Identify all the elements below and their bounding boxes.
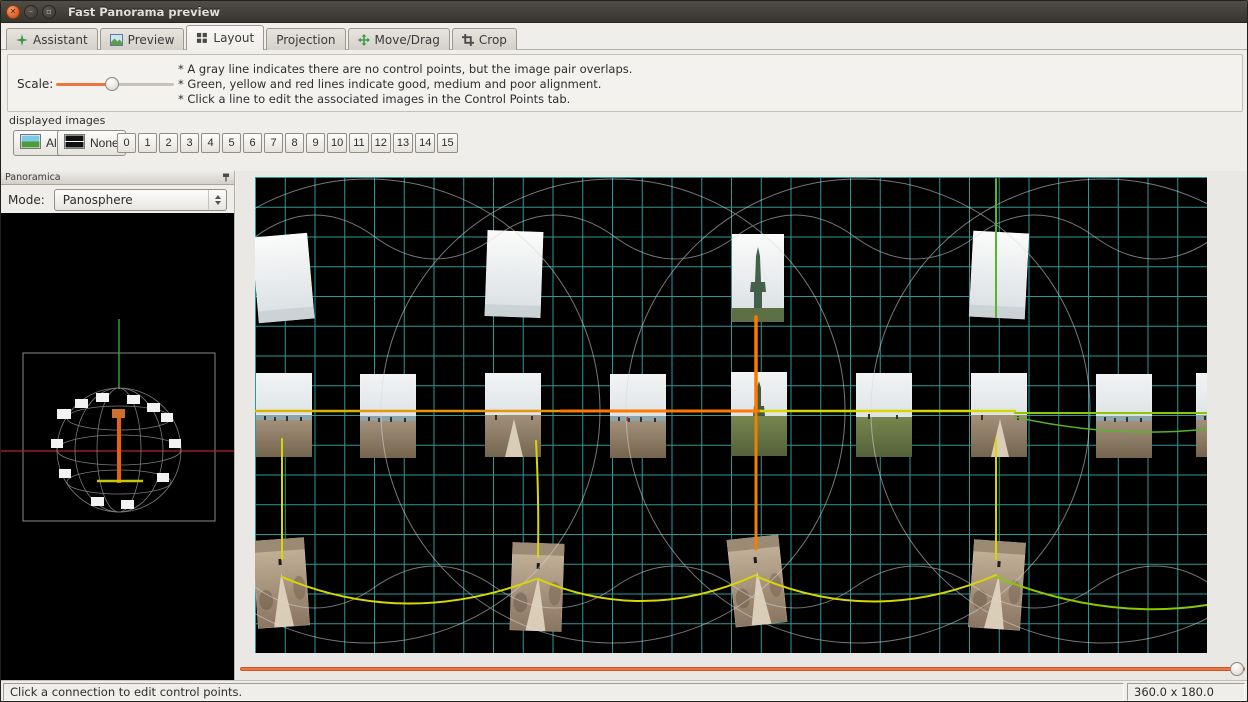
image-toggle-6[interactable]: 6 xyxy=(243,133,262,153)
window-minimize-button[interactable]: – xyxy=(24,5,38,19)
layout-icon xyxy=(196,32,208,44)
combobox-spinner-icon[interactable] xyxy=(208,190,226,210)
preview-icon xyxy=(110,34,123,46)
panoramica-dock-header[interactable]: Panoramica xyxy=(1,171,234,185)
titlebar[interactable]: ✕ – ▫ Fast Panorama preview xyxy=(1,1,1247,23)
panosphere-3d-preview[interactable] xyxy=(1,213,234,680)
scale-slider-empty-track[interactable] xyxy=(112,83,174,86)
window-title: Fast Panorama preview xyxy=(68,5,220,19)
status-bar: Click a connection to edit control point… xyxy=(1,680,1247,702)
displayed-images-legend: displayed images xyxy=(9,114,105,127)
image-number-toggle-row: 0123456789101112131415 xyxy=(117,133,458,153)
canvas-slider-track[interactable] xyxy=(240,667,1245,671)
scale-help-box: Scale: * A gray line indicates there are… xyxy=(7,54,1243,112)
tab-movedrag[interactable]: Move/Drag xyxy=(348,28,450,50)
layout-canvas[interactable] xyxy=(255,177,1207,653)
panoramica-dock-panel: Panoramica Mode: Panosphere xyxy=(1,171,235,680)
image-toggle-4[interactable]: 4 xyxy=(201,133,220,153)
image-toggle-13[interactable]: 13 xyxy=(393,133,413,153)
image-toggle-1[interactable]: 1 xyxy=(138,133,157,153)
help-line-3: * Click a line to edit the associated im… xyxy=(178,92,632,107)
image-toggle-0[interactable]: 0 xyxy=(117,133,136,153)
tab-projection-label: Projection xyxy=(276,33,335,47)
panoramica-title: Panoramica xyxy=(5,172,61,183)
image-toggle-8[interactable]: 8 xyxy=(285,133,304,153)
mode-row: Mode: Panosphere xyxy=(1,186,234,213)
panosphere-wireframe xyxy=(1,213,234,680)
tab-preview[interactable]: Preview xyxy=(100,28,185,50)
tab-movedrag-label: Move/Drag xyxy=(375,33,440,47)
image-toggle-15[interactable]: 15 xyxy=(437,133,457,153)
no-images-icon xyxy=(64,134,85,152)
tab-assistant[interactable]: Assistant xyxy=(6,28,98,50)
image-toggle-14[interactable]: 14 xyxy=(415,133,435,153)
image-toggle-2[interactable]: 2 xyxy=(159,133,178,153)
mode-selected-value: Panosphere xyxy=(63,193,133,207)
show-none-label: None xyxy=(90,136,119,150)
image-toggle-10[interactable]: 10 xyxy=(327,133,347,153)
image-toggle-3[interactable]: 3 xyxy=(180,133,199,153)
tab-crop[interactable]: Crop xyxy=(452,28,517,50)
window-maximize-button[interactable]: ▫ xyxy=(42,5,56,19)
tab-layout[interactable]: Layout xyxy=(186,25,264,50)
tab-layout-label: Layout xyxy=(213,31,254,45)
all-images-icon xyxy=(20,134,41,152)
canvas-slider-handle[interactable] xyxy=(1230,662,1244,676)
status-message: Click a connection to edit control point… xyxy=(3,683,1124,701)
tab-preview-label: Preview xyxy=(128,33,175,47)
help-text: * A gray line indicates there are no con… xyxy=(178,62,632,107)
canvas-horizontal-slider[interactable] xyxy=(240,662,1245,676)
scale-slider-filled-track[interactable] xyxy=(56,83,112,86)
assistant-icon xyxy=(16,34,28,46)
scale-slider-handle[interactable] xyxy=(105,77,119,91)
tab-assistant-label: Assistant xyxy=(33,33,88,47)
scale-slider[interactable] xyxy=(56,77,174,91)
image-toggle-5[interactable]: 5 xyxy=(222,133,241,153)
panorama-size-value: 360.0 x 180.0 xyxy=(1127,683,1245,701)
tab-projection[interactable]: Projection xyxy=(266,28,345,50)
projection-mode-combobox[interactable]: Panosphere xyxy=(54,189,227,211)
image-toggle-12[interactable]: 12 xyxy=(371,133,391,153)
scale-label: Scale: xyxy=(17,77,53,91)
image-toggle-7[interactable]: 7 xyxy=(264,133,283,153)
move-drag-icon xyxy=(358,34,370,46)
mode-label: Mode: xyxy=(8,193,45,207)
crop-icon xyxy=(462,34,474,46)
tab-bar: Assistant Preview Layout Projection Move… xyxy=(1,24,1247,50)
show-no-images-button[interactable]: None xyxy=(57,130,126,156)
help-line-2: * Green, yellow and red lines indicate g… xyxy=(178,77,632,92)
help-line-1: * A gray line indicates there are no con… xyxy=(178,62,632,77)
image-toggle-11[interactable]: 11 xyxy=(349,133,368,153)
layout-canvas-area xyxy=(236,171,1248,680)
pin-icon[interactable] xyxy=(222,173,230,182)
tab-crop-label: Crop xyxy=(479,33,507,47)
image-toggle-9[interactable]: 9 xyxy=(306,133,325,153)
window-close-button[interactable]: ✕ xyxy=(6,5,20,19)
fast-panorama-preview-window: ✕ – ▫ Fast Panorama preview Assistant Pr… xyxy=(0,0,1248,702)
displayed-images-group: displayed images All None 01234567891011… xyxy=(7,114,1243,166)
layout-graph xyxy=(255,177,1207,653)
